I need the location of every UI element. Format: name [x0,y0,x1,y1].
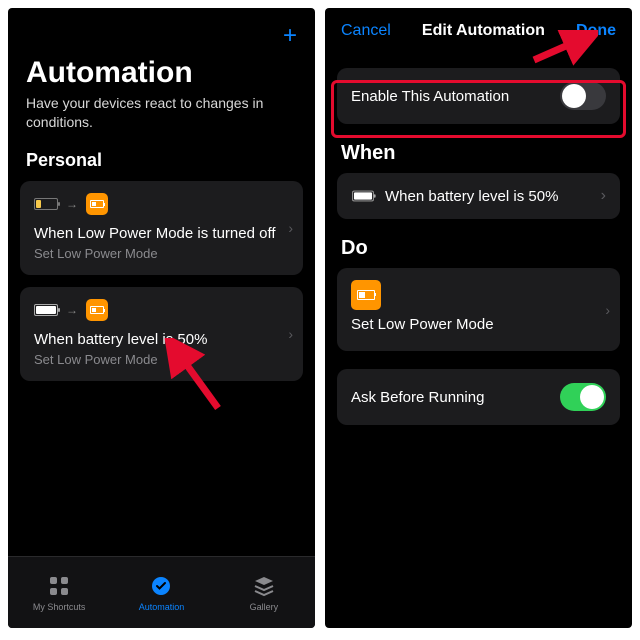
chevron-right-icon: › [288,326,293,342]
do-action-label: Set Low Power Mode [351,316,606,333]
trigger-action-icons: → [34,193,289,215]
ask-before-running-label: Ask Before Running [351,389,484,406]
done-button[interactable]: Done [576,22,616,40]
arrow-icon: → [66,303,78,317]
nav-title: Edit Automation [422,22,545,40]
tab-automation[interactable]: Automation [110,557,212,628]
tab-label: My Shortcuts [33,602,86,612]
low-power-icon [86,193,108,215]
tab-bar: My Shortcuts Automation Gallery [8,556,315,628]
tab-label: Automation [139,602,185,612]
add-automation-button[interactable]: + [283,22,297,50]
automation-card[interactable]: → When battery level is 50% Set Low Powe… [20,287,303,381]
ask-before-running-row[interactable]: Ask Before Running [337,369,620,425]
page-title: Automation [8,50,315,94]
cancel-button[interactable]: Cancel [341,22,391,40]
chevron-right-icon: › [288,220,293,236]
header: + [8,8,315,50]
tab-my-shortcuts[interactable]: My Shortcuts [8,557,110,628]
enable-automation-label: Enable This Automation [351,88,509,105]
chevron-right-icon: › [601,187,606,205]
enable-automation-toggle[interactable] [560,82,606,110]
tab-gallery[interactable]: Gallery [213,557,315,628]
stack-icon [252,574,276,598]
automation-subtitle: Set Low Power Mode [34,246,289,261]
when-condition-label: When battery level is 50% [385,188,558,205]
automation-list-screen: + Automation Have your devices react to … [8,8,315,628]
edit-automation-screen: Cancel Edit Automation Done Enable This … [325,8,632,628]
when-condition-row[interactable]: When battery level is 50% › [337,173,620,219]
when-header: When [325,130,632,167]
nav-bar: Cancel Edit Automation Done [325,8,632,50]
battery-icon [352,191,374,202]
battery-icon [34,304,58,316]
arrow-icon: → [66,197,78,211]
do-action-card[interactable]: Set Low Power Mode › [337,268,620,351]
clock-check-icon [149,574,173,598]
automation-title: When battery level is 50% [34,331,289,348]
page-subtitle: Have your devices react to changes in co… [8,94,315,150]
low-power-icon [351,280,381,310]
grid-icon [47,574,71,598]
ask-before-running-toggle[interactable] [560,383,606,411]
chevron-right-icon: › [605,302,610,318]
do-header: Do [325,225,632,262]
automation-title: When Low Power Mode is turned off [34,225,289,242]
trigger-action-icons: → [34,299,289,321]
enable-automation-row[interactable]: Enable This Automation [337,68,620,124]
tab-label: Gallery [250,602,279,612]
automation-subtitle: Set Low Power Mode [34,352,289,367]
battery-low-icon [34,198,58,210]
low-power-icon [86,299,108,321]
automation-card[interactable]: → When Low Power Mode is turned off Set … [20,181,303,275]
section-personal-header: Personal [8,150,315,181]
